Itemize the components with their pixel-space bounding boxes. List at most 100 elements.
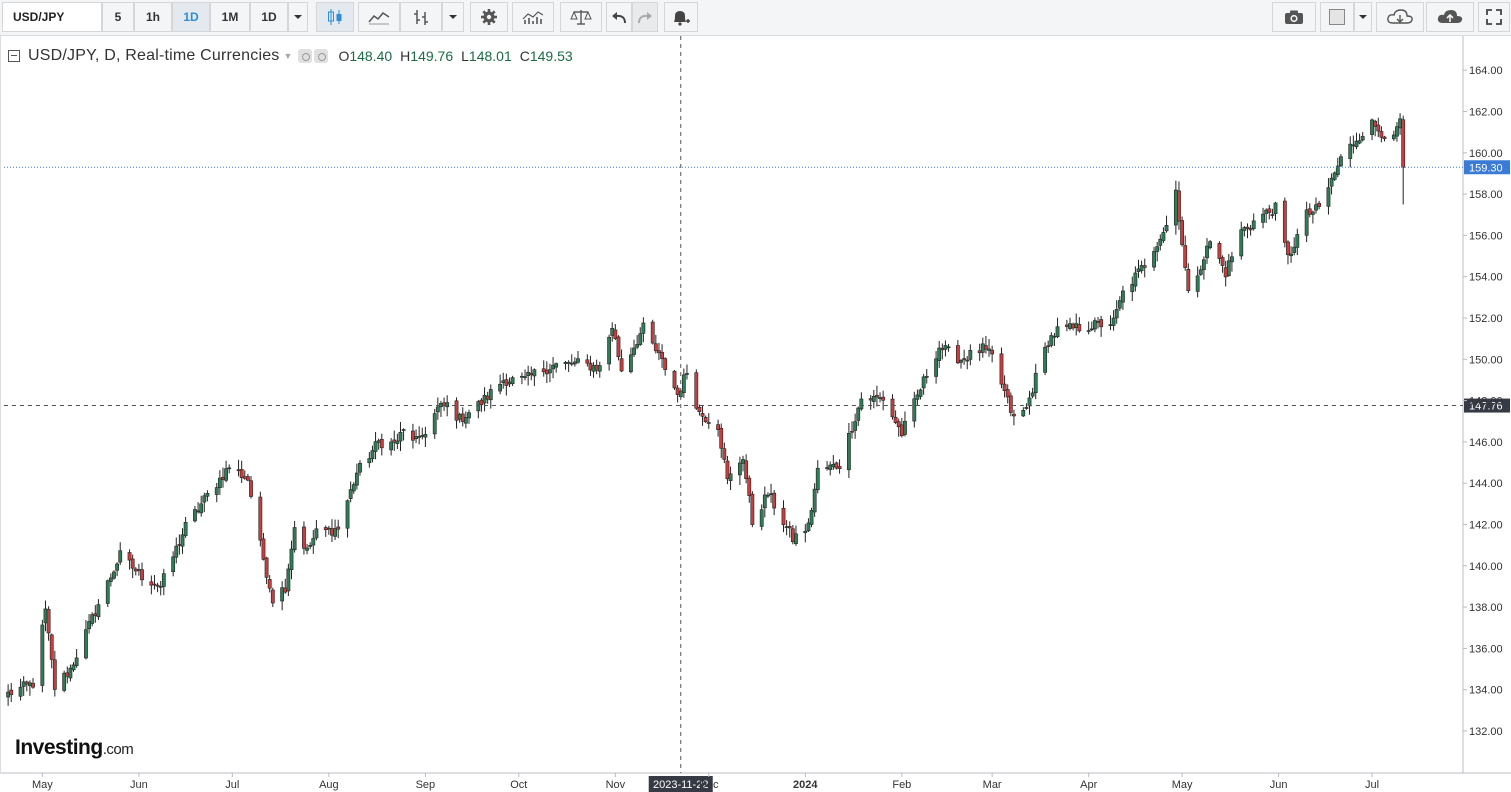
candle[interactable] xyxy=(806,518,811,533)
candle[interactable] xyxy=(759,504,764,531)
candle[interactable] xyxy=(544,361,549,384)
candle[interactable] xyxy=(825,461,829,471)
candle[interactable] xyxy=(1030,387,1035,399)
candle[interactable] xyxy=(398,422,403,452)
candle[interactable] xyxy=(781,500,786,533)
gear-icon[interactable] xyxy=(314,49,329,63)
visibility-icon[interactable] xyxy=(298,49,313,63)
candle[interactable] xyxy=(572,357,577,367)
candle[interactable] xyxy=(1230,251,1234,272)
candle[interactable] xyxy=(205,490,210,502)
candle[interactable] xyxy=(161,568,166,596)
candle[interactable] xyxy=(881,390,886,411)
candle[interactable] xyxy=(1077,317,1082,333)
candle[interactable] xyxy=(1008,392,1013,417)
candle[interactable] xyxy=(199,495,204,517)
candle[interactable] xyxy=(1354,132,1359,150)
candle[interactable] xyxy=(1139,260,1144,274)
candle[interactable] xyxy=(1401,115,1406,205)
candle[interactable] xyxy=(694,369,699,410)
candle[interactable] xyxy=(354,463,359,490)
candle[interactable] xyxy=(249,476,253,499)
candle[interactable] xyxy=(738,456,742,486)
candle[interactable] xyxy=(1307,203,1312,218)
candle[interactable] xyxy=(155,582,160,593)
candle[interactable] xyxy=(1351,135,1356,154)
candle[interactable] xyxy=(1332,171,1337,181)
color-picker-button[interactable] xyxy=(1320,2,1354,32)
candle[interactable] xyxy=(619,349,624,373)
candle[interactable] xyxy=(432,408,437,439)
candle[interactable] xyxy=(373,431,378,460)
candle[interactable] xyxy=(815,460,820,494)
candle[interactable] xyxy=(314,519,319,541)
candle[interactable] xyxy=(457,412,462,423)
candle[interactable] xyxy=(725,455,730,485)
candle[interactable] xyxy=(1295,228,1300,256)
candle[interactable] xyxy=(1391,130,1396,142)
candle[interactable] xyxy=(1099,315,1104,337)
candle[interactable] xyxy=(174,537,179,564)
candle[interactable] xyxy=(217,470,222,495)
candle[interactable] xyxy=(853,413,858,439)
interval-custom-button[interactable]: 1D xyxy=(250,2,288,32)
candle[interactable] xyxy=(962,349,967,365)
candle[interactable] xyxy=(345,499,350,538)
candle[interactable] xyxy=(1289,246,1293,263)
candle[interactable] xyxy=(915,389,920,406)
candle[interactable] xyxy=(326,525,331,535)
candle[interactable] xyxy=(794,525,798,546)
candle[interactable] xyxy=(1195,266,1200,298)
candle[interactable] xyxy=(629,347,633,374)
candle[interactable] xyxy=(616,335,621,361)
candle[interactable] xyxy=(912,391,917,428)
candle[interactable] xyxy=(790,524,795,545)
candle[interactable] xyxy=(987,339,991,357)
candle[interactable] xyxy=(108,573,113,587)
candle[interactable] xyxy=(417,426,422,445)
candle[interactable] xyxy=(264,556,269,585)
candlestick-chart[interactable]: 159.30147.762023-11-22 132.00134.00136.0… xyxy=(0,36,1511,792)
candle[interactable] xyxy=(569,354,574,367)
candle[interactable] xyxy=(977,343,982,361)
candle[interactable] xyxy=(140,562,144,586)
candle[interactable] xyxy=(576,351,580,364)
candle[interactable] xyxy=(242,470,247,480)
candle[interactable] xyxy=(1395,122,1399,142)
candle[interactable] xyxy=(940,343,945,360)
candle[interactable] xyxy=(261,532,266,561)
candle[interactable] xyxy=(766,492,770,499)
candle[interactable] xyxy=(529,366,534,381)
candle[interactable] xyxy=(292,520,297,553)
candle[interactable] xyxy=(1382,135,1387,142)
candle[interactable] xyxy=(1133,266,1138,292)
candle[interactable] xyxy=(68,664,73,682)
candle[interactable] xyxy=(660,344,664,368)
interval-1h-button[interactable]: 1h xyxy=(134,2,172,32)
candle[interactable] xyxy=(333,519,337,541)
candle[interactable] xyxy=(286,563,291,597)
candle[interactable] xyxy=(1267,204,1272,220)
candle[interactable] xyxy=(1261,207,1265,229)
candle[interactable] xyxy=(43,600,48,632)
undo-button[interactable] xyxy=(606,2,632,32)
candle[interactable] xyxy=(1155,241,1160,262)
candle[interactable] xyxy=(526,365,531,386)
candle[interactable] xyxy=(566,360,571,372)
candle[interactable] xyxy=(1064,319,1069,332)
chart-style-dropdown-button[interactable] xyxy=(442,2,464,32)
candle[interactable] xyxy=(454,397,459,429)
candle[interactable] xyxy=(685,364,689,380)
candle[interactable] xyxy=(463,411,468,429)
candle[interactable] xyxy=(663,357,668,376)
settings-button[interactable] xyxy=(470,2,508,32)
candle[interactable] xyxy=(787,521,792,538)
candle[interactable] xyxy=(1220,255,1225,273)
candle[interactable] xyxy=(302,521,306,555)
candle[interactable] xyxy=(439,400,443,417)
candle[interactable] xyxy=(18,678,23,701)
candle[interactable] xyxy=(762,486,767,518)
candle[interactable] xyxy=(130,554,135,579)
candle[interactable] xyxy=(1049,332,1054,348)
interval-dropdown-button[interactable] xyxy=(288,2,308,32)
